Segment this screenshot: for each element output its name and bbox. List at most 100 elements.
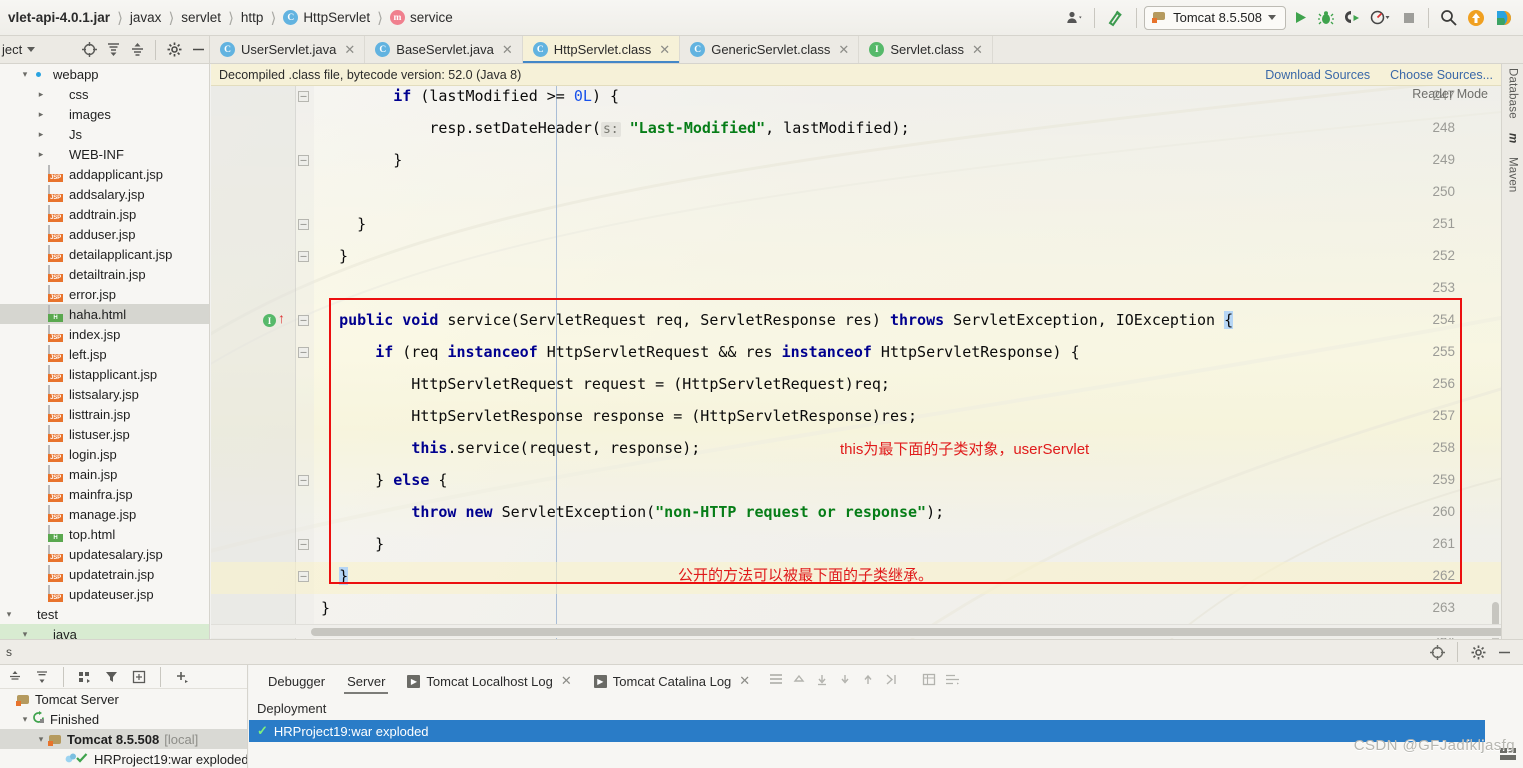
- tree-item-js[interactable]: ▸ Js: [0, 124, 209, 144]
- tree-item-listtrain-jsp[interactable]: JSP listtrain.jsp: [0, 404, 209, 424]
- tree-item-java[interactable]: ▾ java: [0, 624, 209, 639]
- code-line[interactable]: HttpServletResponse response = (HttpServ…: [321, 406, 917, 426]
- overriding-method-icon[interactable]: ↑: [278, 310, 285, 326]
- editor-horizontal-scrollbar[interactable]: [211, 624, 1516, 638]
- tab-tomcat-catalina-log[interactable]: ▶ Tomcat Catalina Log ✕: [583, 665, 761, 697]
- debug-icon[interactable]: [1314, 5, 1338, 31]
- code-line[interactable]: }: [321, 598, 330, 618]
- code-line[interactable]: if (req instanceof HttpServletRequest &&…: [321, 342, 1079, 362]
- chevron-down-icon[interactable]: ▾: [18, 69, 32, 80]
- close-icon[interactable]: ✕: [502, 42, 513, 58]
- breadcrumb-item-jar[interactable]: vlet-api-4.0.1.jar: [2, 0, 116, 35]
- tree-item-listuser-jsp[interactable]: JSP listuser.jsp: [0, 424, 209, 444]
- tree-item-listsalary-jsp[interactable]: JSP listsalary.jsp: [0, 384, 209, 404]
- deployment-artifact-row[interactable]: ✓ HRProject19:war exploded: [249, 720, 1485, 742]
- tab-server[interactable]: Server: [336, 665, 396, 697]
- code-line[interactable]: }: [321, 534, 384, 554]
- tree-item-error-jsp[interactable]: JSP error.jsp: [0, 284, 209, 304]
- tree-item-webapp[interactable]: ▾ webapp: [0, 64, 209, 84]
- fold-column[interactable]: [296, 86, 314, 639]
- chevron-right-icon[interactable]: ▸: [34, 149, 48, 160]
- tree-item-main-jsp[interactable]: JSP main.jsp: [0, 464, 209, 484]
- list-icon[interactable]: [769, 673, 783, 689]
- tab-httpservlet-class[interactable]: C HttpServlet.class ✕: [522, 36, 681, 63]
- filter-icon[interactable]: [101, 666, 123, 688]
- group-icon[interactable]: [74, 666, 96, 688]
- chevron-right-icon[interactable]: ▸: [34, 129, 48, 140]
- code-line[interactable]: }: [321, 150, 402, 170]
- gear-icon[interactable]: [163, 39, 185, 61]
- code-line[interactable]: }: [321, 566, 349, 586]
- run-icon[interactable]: [1288, 5, 1312, 31]
- tab-debugger[interactable]: Debugger: [257, 665, 336, 697]
- update-app-icon[interactable]: [1463, 5, 1489, 31]
- code-line[interactable]: }: [321, 246, 348, 266]
- up-icon[interactable]: [861, 673, 875, 689]
- tree-item-updateuser-jsp[interactable]: JSP updateuser.jsp: [0, 584, 209, 604]
- code-line[interactable]: }: [321, 214, 366, 234]
- expand-icon[interactable]: [31, 666, 53, 688]
- code-editor[interactable]: 247– if (lastModified >= 0L) {248 resp.s…: [211, 86, 1501, 639]
- tab-baseservlet-java[interactable]: C BaseServlet.java ✕: [365, 36, 523, 63]
- expand-all-icon[interactable]: [102, 39, 124, 61]
- hammer-icon[interactable]: [1102, 5, 1129, 31]
- breadcrumb-item-httpservlet[interactable]: C HttpServlet: [277, 0, 376, 35]
- hide-icon[interactable]: [1493, 641, 1515, 663]
- crosshair-icon[interactable]: [1426, 641, 1448, 663]
- tree-item-test[interactable]: ▾ test: [0, 604, 209, 624]
- editor-gutter[interactable]: [211, 86, 296, 639]
- chevron-down-icon[interactable]: ▾: [2, 609, 16, 620]
- breadcrumb-item-javax[interactable]: javax: [124, 0, 168, 35]
- frame-icon[interactable]: [128, 666, 150, 688]
- run-configuration-selector[interactable]: Tomcat 8.5.508: [1144, 5, 1286, 30]
- idea-logo-icon[interactable]: [1491, 5, 1517, 31]
- collapse-all-icon[interactable]: [126, 39, 148, 61]
- close-icon[interactable]: ✕: [561, 673, 572, 689]
- tree-item-css[interactable]: ▸ css: [0, 84, 209, 104]
- tree-item-web-inf[interactable]: ▸ WEB-INF: [0, 144, 209, 164]
- tool-window-database[interactable]: Database: [1507, 68, 1519, 119]
- breadcrumb-item-servlet[interactable]: servlet: [175, 0, 227, 35]
- tab-userservlet-java[interactable]: C UserServlet.java ✕: [210, 36, 366, 63]
- services-list[interactable]: Tomcat Server ▾ Finished ▾ Tomcat 8.5.508 [lo…: [0, 689, 247, 768]
- close-icon[interactable]: ✕: [739, 673, 750, 689]
- tree-item-listapplicant-jsp[interactable]: JSP listapplicant.jsp: [0, 364, 209, 384]
- down2-icon[interactable]: [838, 673, 852, 689]
- select-opened-file-icon[interactable]: [78, 39, 100, 61]
- close-icon[interactable]: ✕: [659, 42, 670, 58]
- chevron-down-icon[interactable]: ▾: [34, 734, 48, 745]
- fold-toggle-icon[interactable]: –: [298, 91, 309, 102]
- tree-item-mainfra-jsp[interactable]: JSP mainfra.jsp: [0, 484, 209, 504]
- tree-item-detailtrain-jsp[interactable]: JSP detailtrain.jsp: [0, 264, 209, 284]
- tree-item-addapplicant-jsp[interactable]: JSP addapplicant.jsp: [0, 164, 209, 184]
- fold-toggle-icon[interactable]: –: [298, 251, 309, 262]
- tab-genericservlet-class[interactable]: C GenericServlet.class ✕: [680, 36, 860, 63]
- fold-toggle-icon[interactable]: –: [298, 219, 309, 230]
- code-line[interactable]: public void service(ServletRequest req, …: [321, 310, 1234, 330]
- table-icon[interactable]: [922, 673, 936, 689]
- close-icon[interactable]: ✕: [972, 42, 983, 58]
- code-line[interactable]: } else {: [321, 470, 447, 490]
- reader-mode-label[interactable]: Reader Mode: [1412, 87, 1488, 101]
- tree-item-addtrain-jsp[interactable]: JSP addtrain.jsp: [0, 204, 209, 224]
- search-icon[interactable]: [1436, 5, 1461, 31]
- fold-toggle-icon[interactable]: –: [298, 347, 309, 358]
- fold-toggle-icon[interactable]: –: [298, 571, 309, 582]
- close-icon[interactable]: ✕: [838, 42, 849, 58]
- code-line[interactable]: this.service(request, response);: [321, 438, 700, 458]
- service-row[interactable]: Tomcat Server: [0, 689, 247, 709]
- end-icon[interactable]: [884, 673, 898, 689]
- tree-item-haha-html[interactable]: Hhaha.html: [0, 304, 209, 324]
- project-tree[interactable]: ▾ webapp ▸ css ▸ images ▸ Js ▸ WEB-INF JSP addappli…: [0, 64, 210, 639]
- wrap-icon[interactable]: [945, 673, 960, 689]
- tree-item-manage-jsp[interactable]: JSP manage.jsp: [0, 504, 209, 524]
- tree-item-images[interactable]: ▸ images: [0, 104, 209, 124]
- tool-window-maven[interactable]: Maven: [1507, 157, 1519, 193]
- download-sources-link[interactable]: Download Sources: [1265, 68, 1370, 82]
- breadcrumb-item-http[interactable]: http: [235, 0, 270, 35]
- tree-item-login-jsp[interactable]: JSP login.jsp: [0, 444, 209, 464]
- user-icon[interactable]: [1062, 5, 1087, 31]
- code-line[interactable]: HttpServletRequest request = (HttpServle…: [321, 374, 890, 394]
- fold-toggle-icon[interactable]: –: [298, 539, 309, 550]
- code-line[interactable]: resp.setDateHeader(s: "Last-Modified", l…: [321, 118, 910, 140]
